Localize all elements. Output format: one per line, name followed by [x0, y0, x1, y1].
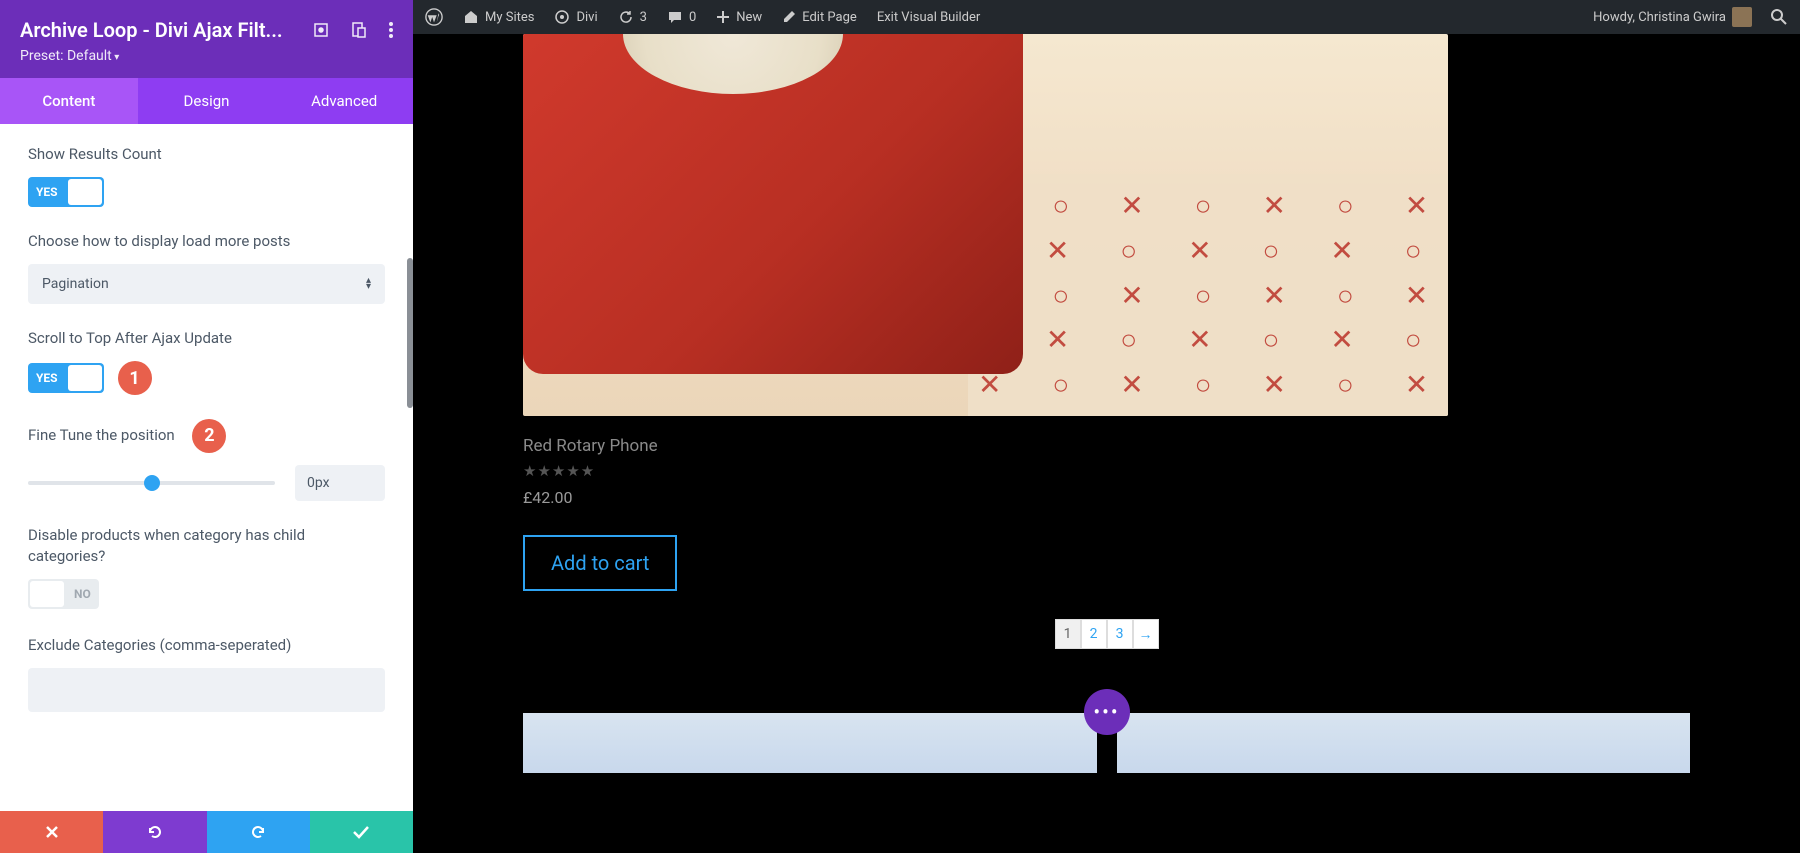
toggle-knob [68, 365, 102, 391]
more-icon[interactable] [389, 22, 393, 38]
panel-footer [0, 811, 413, 853]
add-to-cart-button[interactable]: Add to cart [523, 535, 677, 591]
howdy-link[interactable]: Howdy, Christina Gwira [1593, 7, 1752, 27]
field-load-more: Choose how to display load more posts Pa… [28, 231, 385, 304]
field-disable-products: Disable products when category has child… [28, 525, 385, 611]
new-link[interactable]: New [716, 10, 762, 25]
field-scroll-top: Scroll to Top After Ajax Update YES 1 [28, 328, 385, 395]
tab-advanced[interactable]: Advanced [275, 78, 413, 124]
toggle-show-results[interactable]: YES [28, 177, 104, 207]
field-label: Exclude Categories (comma-seperated) [28, 635, 385, 656]
updates-link[interactable]: 3 [618, 9, 647, 25]
toggle-disable-products[interactable]: NO [28, 579, 99, 609]
tab-design[interactable]: Design [138, 78, 276, 124]
save-button[interactable] [310, 811, 413, 853]
pagination: 1 2 3 → [523, 619, 1690, 649]
toggle-knob [30, 581, 64, 607]
field-label: Choose how to display load more posts [28, 231, 385, 252]
field-exclude-categories: Exclude Categories (comma-seperated) [28, 635, 385, 712]
responsive-icon[interactable] [351, 22, 367, 38]
module-menu-button[interactable]: ••• [1084, 689, 1130, 735]
slider-value-input[interactable] [295, 465, 385, 501]
page-1: 1 [1055, 619, 1081, 649]
select-load-more[interactable]: Pagination [28, 264, 385, 304]
avatar [1732, 7, 1752, 27]
related-image-2[interactable] [1117, 713, 1691, 773]
expand-icon[interactable] [313, 22, 329, 38]
comments-link[interactable]: 0 [667, 9, 696, 25]
annotation-badge-2: 2 [192, 419, 226, 453]
preset-selector[interactable]: Preset: Default [20, 48, 393, 64]
tab-content[interactable]: Content [0, 78, 138, 124]
field-fine-tune: Fine Tune the position 2 [28, 419, 385, 501]
undo-button[interactable] [103, 811, 206, 853]
slider-thumb[interactable] [144, 475, 160, 491]
page-3[interactable]: 3 [1107, 619, 1133, 649]
exit-builder-link[interactable]: Exit Visual Builder [877, 10, 980, 25]
tabs: Content Design Advanced [0, 78, 413, 124]
annotation-badge-1: 1 [118, 361, 152, 395]
related-image-1[interactable] [523, 713, 1097, 773]
settings-panel: Archive Loop - Divi Ajax Filt... Preset:… [0, 0, 413, 853]
product-title[interactable]: Red Rotary Phone [523, 436, 1690, 456]
panel-title: Archive Loop - Divi Ajax Filt... [20, 18, 303, 42]
field-label: Disable products when category has child… [28, 525, 385, 567]
page-2[interactable]: 2 [1081, 619, 1107, 649]
my-sites-link[interactable]: My Sites [463, 9, 534, 25]
field-show-results: Show Results Count YES [28, 144, 385, 207]
page-next[interactable]: → [1133, 619, 1159, 649]
cancel-button[interactable] [0, 811, 103, 853]
preview-area: My Sites Divi 3 0 New Edit Page [413, 0, 1800, 853]
wp-logo-icon[interactable] [425, 8, 443, 26]
wp-admin-bar: My Sites Divi 3 0 New Edit Page [413, 0, 1800, 34]
panel-body: Show Results Count YES Choose how to dis… [0, 124, 413, 811]
slider-fine-tune[interactable] [28, 481, 275, 485]
field-label: Fine Tune the position 2 [28, 419, 385, 453]
toggle-knob [68, 179, 102, 205]
rating-stars: ★★★★★ [523, 462, 1690, 480]
related-images: ••• [523, 713, 1690, 773]
redo-button[interactable] [207, 811, 310, 853]
search-icon[interactable] [1770, 8, 1788, 26]
field-label: Show Results Count [28, 144, 385, 165]
input-exclude-categories[interactable] [28, 668, 385, 712]
product-image[interactable] [523, 34, 1448, 416]
panel-header: Archive Loop - Divi Ajax Filt... Preset:… [0, 0, 413, 78]
toggle-scroll-top[interactable]: YES [28, 363, 104, 393]
preview-content: Red Rotary Phone ★★★★★ £42.00 Add to car… [413, 34, 1800, 773]
field-label: Scroll to Top After Ajax Update [28, 328, 385, 349]
edit-page-link[interactable]: Edit Page [782, 10, 857, 25]
site-link[interactable]: Divi [554, 9, 597, 25]
product-price: £42.00 [523, 488, 1690, 507]
